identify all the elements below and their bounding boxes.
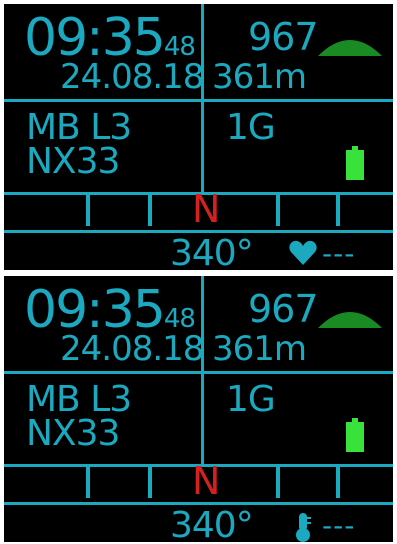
compass-tick [86,194,90,226]
status-value: --- [322,509,356,542]
dome-icon [318,312,382,328]
compass-tick [148,194,152,226]
compass-tick [148,466,152,498]
gas-mix: NX33 [26,413,120,454]
dive-computer-screen-1: 09:3548 24.08.18 967 361m MB L3 NX33 1G … [4,4,393,270]
dome-icon [318,40,382,56]
status-value: --- [322,237,356,270]
date-display: 24.08.18 [60,57,204,97]
heading-value: 340° [170,233,254,271]
heading-value: 340° [170,505,254,543]
compass-tick [276,466,280,498]
depth-value: 967 [248,287,319,331]
battery-icon [346,418,364,452]
gas-count: 1G [226,379,276,420]
compass-north: N [192,187,221,231]
date-display: 24.08.18 [60,329,204,369]
distance-value: 361m [212,329,307,369]
depth-value: 967 [248,15,319,59]
compass-tick [336,194,340,226]
divider-horizontal [4,371,393,374]
compass-tick [336,466,340,498]
divider-horizontal [4,99,393,102]
battery-icon [346,146,364,180]
compass-north: N [192,459,221,503]
gas-count: 1G [226,107,276,148]
gas-mix: NX33 [26,141,120,182]
compass-tick [86,466,90,498]
distance-value: 361m [212,57,307,97]
heart-icon [288,240,318,270]
thermometer-icon [288,512,318,542]
dive-computer-screen-2: 09:3548 24.08.18 967 361m MB L3 NX33 1G … [4,276,393,542]
compass-tick [276,194,280,226]
